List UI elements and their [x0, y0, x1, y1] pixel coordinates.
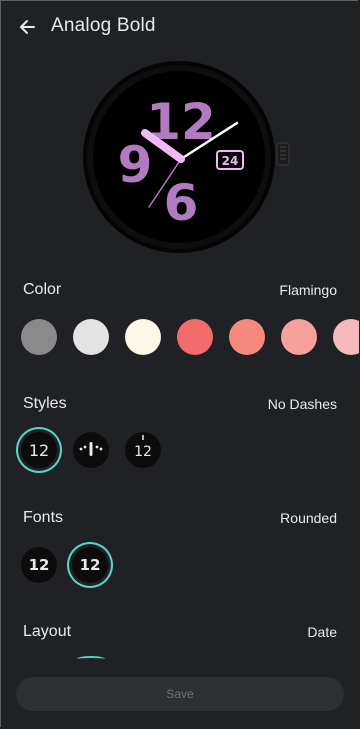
- back-button[interactable]: [13, 13, 41, 41]
- color-section-label: Color: [23, 281, 62, 298]
- save-button[interactable]: Save: [16, 677, 344, 711]
- save-footer: Save: [1, 656, 359, 728]
- color-section-value: Flamingo: [279, 282, 337, 298]
- style-option-label: 12: [28, 440, 50, 460]
- watch-numeral-9: 9: [118, 136, 153, 194]
- font-option-label: 12: [28, 556, 50, 574]
- arrow-left-icon: [20, 20, 35, 34]
- color-swatch[interactable]: [229, 319, 265, 355]
- page-title: Analog Bold: [51, 15, 156, 36]
- layout-section-label: Layout: [23, 623, 72, 640]
- app-screen: Analog Bold 12 9 6 24 Color Flamingo Sty…: [1, 1, 359, 728]
- watch-preview: 12 9 6 24: [83, 61, 295, 261]
- dots-style-icon: [79, 442, 103, 456]
- fonts-section-label: Fonts: [23, 509, 64, 526]
- color-swatch[interactable]: [21, 319, 57, 355]
- watch-face-graphic: 12 9 6 24: [83, 61, 290, 253]
- style-option-numerals[interactable]: 12: [21, 432, 57, 468]
- top-app-bar: Analog Bold: [1, 1, 359, 53]
- styles-section-label: Styles: [23, 395, 67, 412]
- color-swatch[interactable]: [333, 319, 359, 355]
- font-option-rounded[interactable]: 12: [72, 547, 108, 583]
- color-swatch-list: [21, 319, 359, 359]
- watch-date: 24: [222, 154, 239, 168]
- color-swatch[interactable]: [125, 319, 161, 355]
- font-option-label: 12: [79, 556, 101, 574]
- layout-option-peek[interactable]: [77, 656, 105, 662]
- color-swatch[interactable]: [73, 319, 109, 355]
- style-option-dots[interactable]: [73, 432, 109, 468]
- tick-mark-icon: [142, 435, 144, 440]
- color-swatch[interactable]: [177, 319, 213, 355]
- styles-section-value: No Dashes: [267, 396, 337, 412]
- layout-section-value: Date: [307, 624, 337, 640]
- watch-numeral-6: 6: [164, 174, 199, 232]
- font-option-bold[interactable]: 12: [21, 547, 57, 583]
- fonts-section-value: Rounded: [280, 510, 337, 526]
- color-swatch[interactable]: [281, 319, 317, 355]
- style-option-tick[interactable]: 12: [125, 432, 161, 468]
